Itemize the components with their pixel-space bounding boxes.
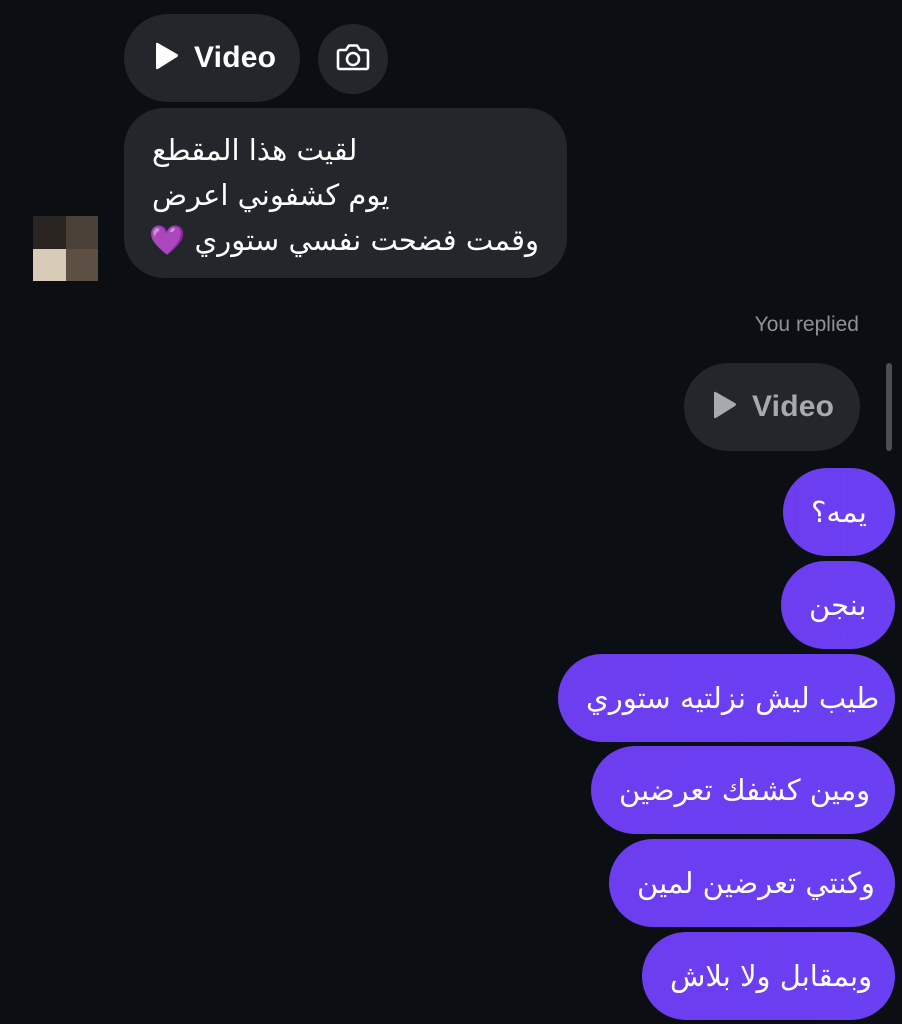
avatar-pixel bbox=[65, 248, 98, 281]
avatar[interactable] bbox=[33, 216, 98, 281]
outgoing-video-message[interactable]: Video bbox=[684, 363, 860, 451]
message-line-3-text: وقمت فضحت نفسي ستوري bbox=[194, 223, 540, 257]
chat-thread: Video لقيت هذا المقطع يوم كشفوني اعرض وق… bbox=[0, 0, 902, 1024]
play-icon bbox=[152, 41, 180, 75]
outgoing-message[interactable]: بنجن bbox=[781, 561, 895, 649]
message-line-1: لقيت هذا المقطع bbox=[152, 133, 358, 167]
play-icon bbox=[710, 390, 738, 424]
avatar-pixel bbox=[33, 248, 66, 281]
incoming-text-message[interactable]: لقيت هذا المقطع يوم كشفوني اعرض وقمت فضح… bbox=[124, 108, 567, 278]
outgoing-message[interactable]: وكنتي تعرضين لمين bbox=[609, 839, 895, 927]
outgoing-message[interactable]: وبمقابل ولا بلاش bbox=[642, 932, 895, 1020]
camera-icon bbox=[336, 42, 370, 76]
message-line-2: يوم كشفوني اعرض bbox=[152, 178, 390, 212]
outgoing-message[interactable]: ومين كشفك تعرضين bbox=[591, 746, 895, 834]
message-line-3: وقمت فضحت نفسي ستوري 💜 bbox=[149, 218, 540, 263]
purple-heart-emoji: 💜 bbox=[149, 223, 186, 257]
outgoing-message[interactable]: يمه؟ bbox=[783, 468, 895, 556]
incoming-video-message[interactable]: Video bbox=[124, 14, 300, 102]
outgoing-message[interactable]: طيب ليش نزلتيه ستوري bbox=[558, 654, 895, 742]
camera-button[interactable] bbox=[318, 24, 388, 94]
avatar-pixel bbox=[65, 216, 98, 249]
scrollbar[interactable] bbox=[886, 363, 892, 451]
video-label: Video bbox=[194, 41, 277, 74]
avatar-pixel bbox=[33, 216, 66, 249]
video-label: Video bbox=[752, 390, 835, 423]
reply-status-label: You replied bbox=[754, 313, 859, 336]
